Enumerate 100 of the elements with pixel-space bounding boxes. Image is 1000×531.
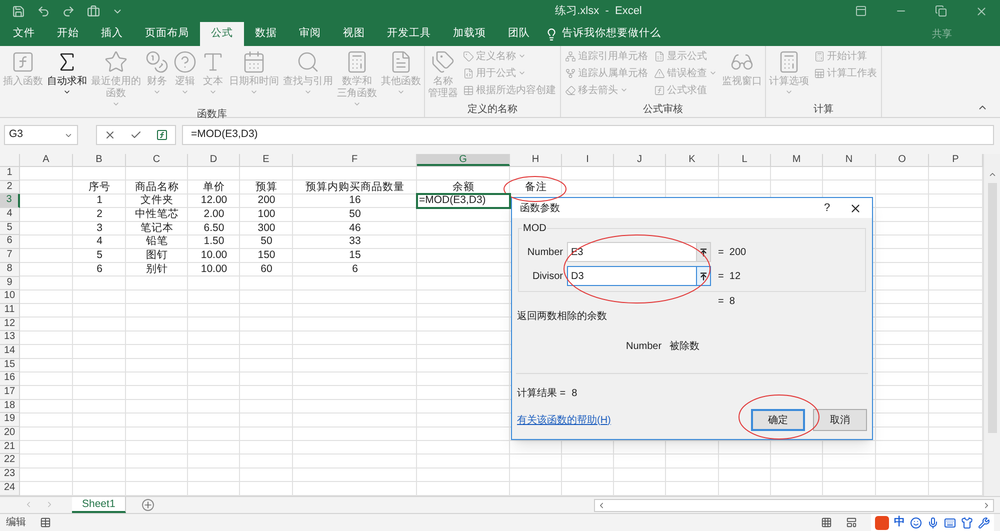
row-header[interactable]: 4 — [0, 208, 20, 222]
collapse-dialog-button[interactable] — [696, 243, 710, 261]
row-header[interactable]: 3 — [0, 194, 20, 208]
ribbon-tab[interactable]: 数据 — [244, 22, 288, 46]
ribbon-tab[interactable]: 公式 — [200, 22, 244, 46]
row-header[interactable]: 20 — [0, 427, 20, 441]
row-header[interactable]: 8 — [0, 262, 20, 276]
tag-icon — [463, 50, 474, 62]
tell-me-field[interactable]: 告诉我你想要做什么 — [562, 26, 661, 42]
column-header[interactable]: L — [719, 154, 771, 166]
dialog-button[interactable]: 取消 — [813, 409, 867, 431]
row-header[interactable]: 15 — [0, 358, 20, 372]
macro-record-icon[interactable] — [40, 517, 51, 528]
undo-icon[interactable] — [37, 4, 50, 18]
table-cell-text: 150 — [256, 249, 276, 263]
sheet-icon — [814, 68, 825, 78]
dialog-button[interactable]: 确定 — [751, 409, 805, 431]
vertical-scrollbar[interactable] — [983, 154, 1000, 496]
table-cell-text: 6.50 — [202, 222, 226, 236]
table-cell-text: 16 — [348, 194, 362, 208]
row-header[interactable]: 12 — [0, 318, 20, 332]
window-title: 练习.xlsx - Excel — [555, 4, 642, 19]
ribbon-tab[interactable]: 文件 — [2, 22, 46, 46]
scroll-right-icon[interactable] — [982, 501, 991, 510]
row-header[interactable]: 1 — [0, 167, 20, 181]
help-link[interactable]: 有关该函数的帮助(H) — [517, 412, 743, 428]
calculator-icon — [814, 50, 825, 62]
ime-mode[interactable]: 中 — [894, 514, 905, 531]
row-header[interactable]: 2 — [0, 180, 20, 194]
lightbulb-icon[interactable] — [545, 28, 558, 40]
row-header[interactable]: 14 — [0, 344, 20, 359]
ribbon-button[interactable]: 自动求和 — [46, 48, 88, 96]
ribbon-tab[interactable]: 加载项 — [442, 22, 497, 46]
ribbon-tab[interactable]: 开发工具 — [376, 22, 442, 46]
row-header[interactable]: 21 — [0, 440, 20, 454]
collapse-dialog-button[interactable] — [696, 267, 710, 285]
column-header[interactable]: B — [73, 154, 126, 166]
argument-label: Number — [526, 246, 564, 260]
column-header[interactable]: D — [188, 154, 240, 166]
sheet-tab[interactable]: Sheet1 — [72, 497, 126, 513]
ribbon-tab[interactable]: 开始 — [46, 22, 90, 46]
save-icon[interactable] — [12, 4, 25, 18]
shirt-icon[interactable] — [961, 516, 973, 528]
row-header[interactable]: 6 — [0, 235, 20, 250]
page-layout-icon[interactable] — [846, 517, 857, 528]
close-icon[interactable] — [849, 202, 862, 214]
ribbon-tab[interactable]: 视图 — [332, 22, 376, 46]
cancel-icon[interactable] — [104, 129, 116, 141]
column-header[interactable]: N — [823, 154, 876, 166]
table-cell-text: 铅笔 — [145, 235, 169, 250]
horizontal-scrollbar[interactable] — [594, 499, 994, 512]
microphone-icon[interactable] — [927, 516, 939, 528]
ribbon-tab[interactable]: 团队 — [497, 22, 541, 46]
ribbon-tab[interactable]: 插入 — [90, 22, 134, 46]
help-button[interactable]: ? — [815, 200, 839, 216]
column-header[interactable]: J — [614, 154, 666, 166]
column-header[interactable]: I — [562, 154, 614, 166]
row-header[interactable]: 5 — [0, 222, 20, 236]
column-header[interactable]: G — [417, 154, 510, 166]
column-header[interactable]: K — [666, 154, 719, 166]
argument-field[interactable]: D3 — [567, 266, 711, 286]
row-header[interactable]: 23 — [0, 468, 20, 482]
ribbon-tab[interactable]: 审阅 — [288, 22, 332, 46]
emoji-icon[interactable] — [910, 516, 922, 528]
ribbon-tab[interactable]: 页面布局 — [134, 22, 200, 46]
briefcase-icon[interactable] — [87, 4, 100, 18]
scroll-left-icon[interactable] — [597, 501, 606, 510]
question-icon — [173, 50, 197, 74]
row-header[interactable]: 24 — [0, 482, 20, 496]
table-cell-text: 图钉 — [145, 249, 169, 263]
restore-icon[interactable] — [935, 5, 947, 17]
name-box[interactable]: G3 — [4, 125, 78, 145]
ime-logo-icon[interactable] — [875, 516, 889, 530]
scroll-up-icon[interactable] — [988, 170, 996, 179]
row-header[interactable]: 11 — [0, 304, 20, 318]
formula-field[interactable]: =MOD(E3,D3) — [182, 125, 994, 145]
row-header[interactable]: 22 — [0, 454, 20, 468]
insert-function-icon[interactable] — [156, 129, 168, 141]
normal-view-icon[interactable] — [821, 517, 832, 528]
wrench-icon[interactable] — [978, 516, 990, 528]
ribbon-options-icon[interactable] — [855, 5, 867, 17]
row-header[interactable]: 18 — [0, 400, 20, 414]
column-header[interactable]: A — [20, 154, 73, 166]
column-header[interactable]: M — [771, 154, 823, 166]
column-header[interactable]: O — [876, 154, 929, 166]
column-header[interactable]: C — [126, 154, 188, 166]
row-header[interactable]: 7 — [0, 249, 20, 263]
keyboard-icon[interactable] — [944, 516, 956, 528]
row-header[interactable]: 16 — [0, 372, 20, 386]
column-header[interactable]: E — [240, 154, 293, 166]
row-header[interactable]: 10 — [0, 290, 20, 304]
row-header[interactable]: 17 — [0, 386, 20, 400]
row-header[interactable]: 13 — [0, 331, 20, 345]
redo-icon[interactable] — [62, 4, 75, 18]
add-sheet-icon[interactable] — [142, 499, 154, 511]
coins-icon — [145, 50, 169, 74]
row-header[interactable]: 9 — [0, 276, 20, 290]
enter-icon[interactable] — [130, 129, 142, 141]
row-header[interactable]: 19 — [0, 413, 20, 428]
column-header[interactable]: H — [510, 154, 562, 166]
